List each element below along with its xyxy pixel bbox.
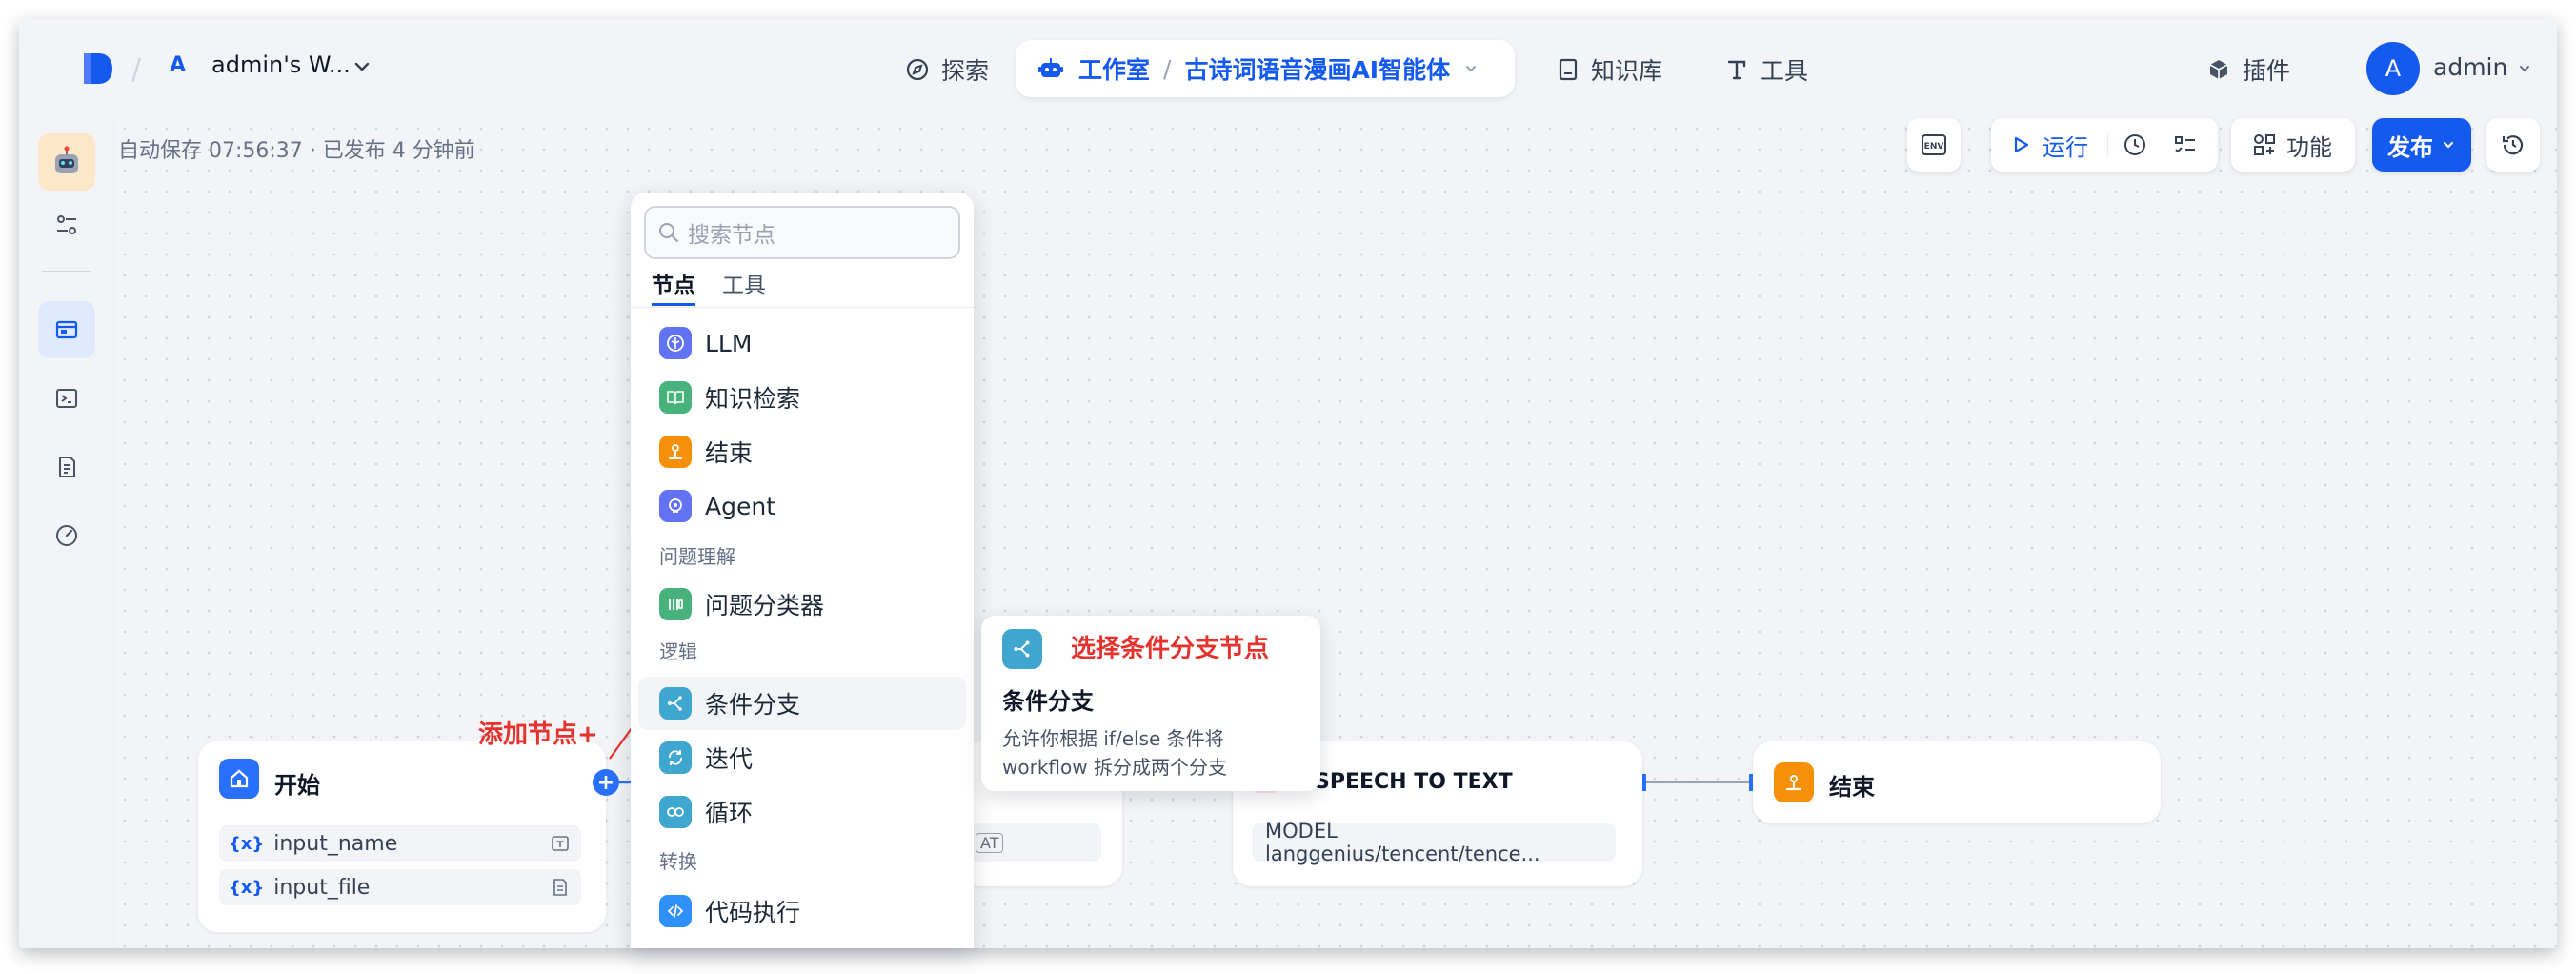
node-option-code[interactable]: 代码执行 [638,884,966,938]
node-option-iteration[interactable]: 迭代 [638,731,966,784]
add-node-popup: 搜索节点 节点 工具 LLM 知识检索 结束 Agent 问题理解 问题分类器 … [631,193,974,948]
branch-icon [659,687,692,720]
start-var-row[interactable]: {x} input_name [219,825,581,862]
node-option-label: 循环 [705,800,754,827]
classifier-icon [659,588,692,620]
variable-icon: {x} [229,833,265,854]
annotation-add-node: 添加节点+ [478,720,598,749]
start-var-name: input_name [273,831,398,856]
add-node-plus-button[interactable]: + [593,769,619,796]
node-option-label: 迭代 [705,745,754,773]
chip-label: AT [976,832,1004,853]
llm-icon [659,327,692,359]
node-option-agent[interactable]: Agent [638,479,966,533]
start-var-row[interactable]: {x} input_file [219,869,581,905]
node-option-llm[interactable]: LLM [638,316,966,370]
node-option-label: 知识检索 [705,385,801,413]
active-tab-indicator [652,303,695,306]
tab-nodes[interactable]: 节点 [652,267,695,299]
search-placeholder: 搜索节点 [688,223,775,248]
node-option-label: LLM [705,329,753,357]
end-flag-icon [1774,762,1814,802]
end-node[interactable]: 结束 [1753,741,2161,823]
agent-icon [659,490,692,522]
node-search-input[interactable]: 搜索节点 [644,206,960,259]
start-var-name: input_file [273,875,371,900]
group-header-question: 问题理解 [659,545,735,568]
code-icon [659,895,692,927]
node-option-label: 结束 [705,439,754,467]
llm-node-chip: AT [962,823,1101,862]
tooltip-description: 允许你根据 if/else 条件将 workflow 拆分成两个分支 [1002,727,1227,779]
node-option-end[interactable]: 结束 [638,425,966,478]
tooltip-title: 条件分支 [1002,688,1094,715]
book-open-icon [659,381,692,414]
file-icon [553,879,567,896]
speech-node-title: SPEECH TO TEXT [1315,770,1513,794]
node-option-label: 代码执行 [705,899,801,926]
popup-divider [631,307,974,308]
node-option-loop[interactable]: 循环 [638,785,966,839]
iteration-icon [659,741,692,774]
node-option-classifier[interactable]: 问题分类器 [638,578,966,631]
node-option-label: Agent [705,492,775,520]
node-option-knowledge[interactable]: 知识检索 [638,371,966,424]
branch-icon [1002,629,1042,669]
annotation-select-branch: 选择条件分支节点 [1071,635,1270,663]
group-header-transform: 转换 [659,850,697,873]
node-option-label: 条件分支 [705,691,801,719]
end-node-title: 结束 [1829,774,1875,801]
search-icon [659,223,678,242]
variable-icon: {x} [229,877,265,898]
start-node-title: 开始 [274,772,320,799]
loop-icon [659,796,692,828]
node-option-label: 问题分类器 [705,592,825,619]
start-node[interactable]: 开始 {x} input_name {x} input_file [198,741,606,932]
tab-tools[interactable]: 工具 [722,267,766,299]
node-option-if-else[interactable]: 条件分支 [638,677,966,730]
end-flag-icon [659,436,692,468]
text-input-icon [552,836,569,851]
speech-model-chip: MODEL langgenius/tencent/tence... [1252,820,1616,865]
home-icon [219,759,259,799]
group-header-logic: 逻辑 [659,640,697,663]
